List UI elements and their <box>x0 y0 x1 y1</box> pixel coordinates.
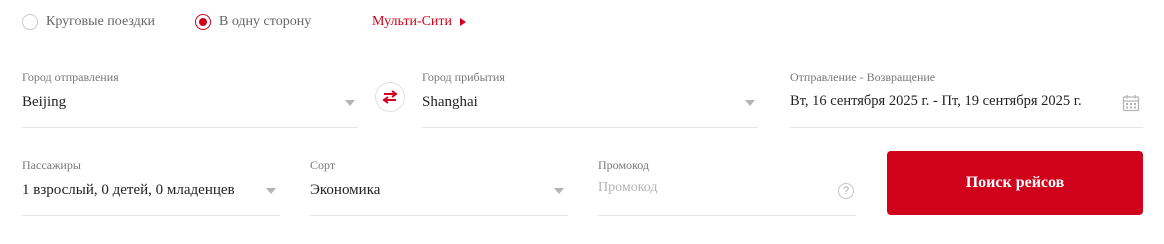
promo-code-field[interactable]: Промокод Промокод ? <box>598 158 856 216</box>
dates-field[interactable]: Отправление - Возвращение Вт, 16 сентябр… <box>790 70 1143 128</box>
radio-round-trip[interactable]: Круговые поездки <box>22 14 155 30</box>
passengers-field[interactable]: Пассажиры 1 взрослый, 0 детей, 0 младенц… <box>22 158 280 216</box>
triangle-right-icon <box>460 18 467 26</box>
passengers-label: Пассажиры <box>22 158 81 172</box>
radio-round-trip-label: Круговые поездки <box>46 14 156 29</box>
cabin-class-value: Экономика <box>310 182 381 198</box>
search-flights-button[interactable]: Поиск рейсов <box>887 151 1143 215</box>
swap-cities-button[interactable] <box>375 82 405 112</box>
chevron-down-icon[interactable] <box>345 100 355 106</box>
arrival-city-value: Shanghai <box>422 94 478 110</box>
multi-city-label: Мульти-Сити <box>372 14 453 29</box>
radio-icon[interactable] <box>22 14 38 30</box>
question-icon[interactable]: ? <box>838 183 854 199</box>
arrival-city-label: Город прибытия <box>422 70 505 84</box>
promo-code-input[interactable]: Промокод <box>598 180 658 196</box>
departure-city-value: Beijing <box>22 94 67 110</box>
passengers-value: 1 взрослый, 0 детей, 0 младенцев <box>22 182 235 198</box>
departure-city-label: Город отправления <box>22 70 119 84</box>
dates-label: Отправление - Возвращение <box>790 70 936 84</box>
promo-code-label: Промокод <box>598 158 650 172</box>
radio-one-way[interactable]: В одну сторону <box>195 14 311 30</box>
dates-value: Вт, 16 сентября 2025 г. - Пт, 19 сентябр… <box>790 93 1082 109</box>
swap-icon <box>382 90 398 104</box>
chevron-down-icon[interactable] <box>554 188 564 194</box>
chevron-down-icon[interactable] <box>745 100 755 106</box>
cabin-class-label: Сорт <box>310 158 336 172</box>
chevron-down-icon[interactable] <box>266 188 276 194</box>
arrival-city-field[interactable]: Город прибытия Shanghai <box>422 70 758 128</box>
departure-city-field[interactable]: Город отправления Beijing <box>22 70 358 128</box>
radio-icon[interactable] <box>195 14 211 30</box>
cabin-class-field[interactable]: Сорт Экономика <box>310 158 568 216</box>
calendar-icon[interactable] <box>1122 94 1140 112</box>
multi-city-link[interactable]: Мульти-Сити <box>372 14 467 30</box>
radio-one-way-label: В одну сторону <box>219 14 312 29</box>
